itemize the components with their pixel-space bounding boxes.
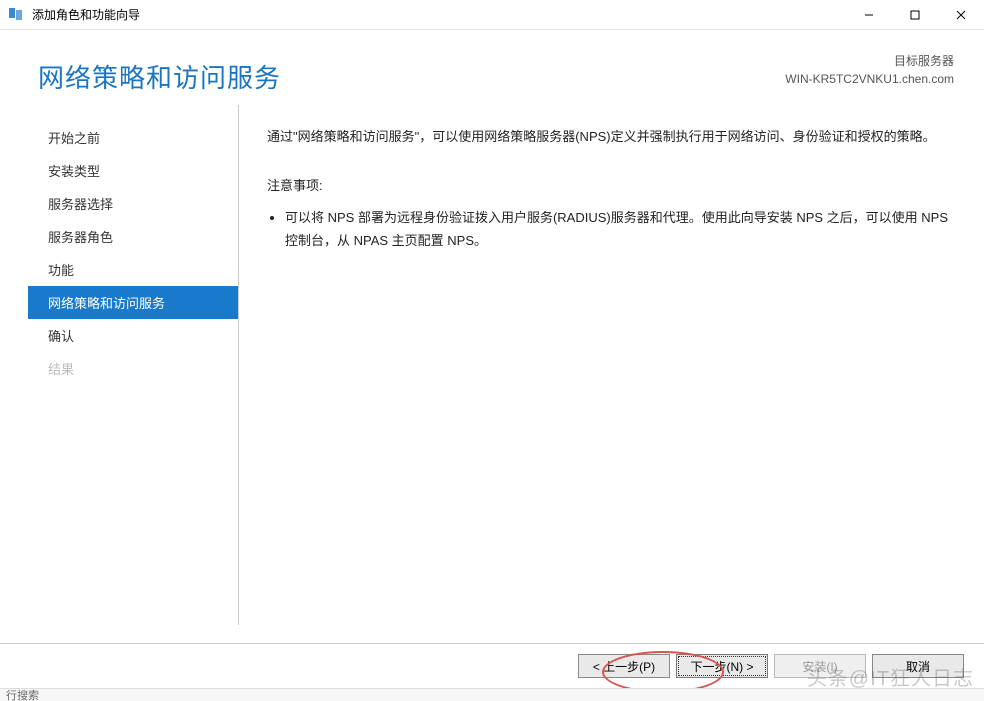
app-icon bbox=[8, 7, 24, 23]
nav-npas[interactable]: 网络策略和访问服务 bbox=[28, 286, 238, 319]
nav-label: 确认 bbox=[48, 329, 74, 344]
body: 开始之前 安装类型 服务器选择 服务器角色 功能 网络策略和访问服务 确认 结果… bbox=[0, 105, 984, 625]
nav-before-begin[interactable]: 开始之前 bbox=[28, 121, 238, 154]
sidebar: 开始之前 安装类型 服务器选择 服务器角色 功能 网络策略和访问服务 确认 结果 bbox=[28, 105, 238, 625]
target-info: 目标服务器 WIN-KR5TC2VNKU1.chen.com bbox=[785, 52, 954, 88]
nav-features[interactable]: 功能 bbox=[28, 253, 238, 286]
button-label: < 上一步(P) bbox=[593, 658, 655, 675]
nav-label: 开始之前 bbox=[48, 131, 100, 146]
nav-label: 安装类型 bbox=[48, 164, 100, 179]
target-label: 目标服务器 bbox=[785, 52, 954, 70]
window-controls bbox=[846, 0, 984, 30]
nav-label: 服务器选择 bbox=[48, 197, 113, 212]
nav-label: 服务器角色 bbox=[48, 230, 113, 245]
page-title: 网络策略和访问服务 bbox=[38, 58, 281, 95]
next-button[interactable]: 下一步(N) > bbox=[676, 654, 768, 678]
nav-server-roles[interactable]: 服务器角色 bbox=[28, 220, 238, 253]
header: 网络策略和访问服务 目标服务器 WIN-KR5TC2VNKU1.chen.com bbox=[0, 30, 984, 105]
titlebar: 添加角色和功能向导 bbox=[0, 0, 984, 30]
nav-server-selection[interactable]: 服务器选择 bbox=[28, 187, 238, 220]
button-label: 取消 bbox=[906, 658, 930, 675]
minimize-button[interactable] bbox=[846, 0, 892, 30]
nav-results: 结果 bbox=[28, 352, 238, 385]
nav-install-type[interactable]: 安装类型 bbox=[28, 154, 238, 187]
content-panel: 通过"网络策略和访问服务"，可以使用网络策略服务器(NPS)定义并强制执行用于网… bbox=[238, 105, 984, 625]
note-item: 可以将 NPS 部署为远程身份验证拨入用户服务(RADIUS)服务器和代理。使用… bbox=[285, 206, 954, 253]
notes-heading: 注意事项: bbox=[267, 174, 954, 197]
intro-text: 通过"网络策略和访问服务"，可以使用网络策略服务器(NPS)定义并强制执行用于网… bbox=[267, 125, 954, 148]
window-title: 添加角色和功能向导 bbox=[32, 6, 140, 23]
button-label: 安装(I) bbox=[802, 658, 837, 675]
cancel-button[interactable]: 取消 bbox=[872, 654, 964, 678]
button-label: 下一步(N) > bbox=[690, 658, 753, 675]
nav-label: 网络策略和访问服务 bbox=[48, 296, 165, 311]
status-bar: 行搜索 bbox=[0, 688, 984, 701]
notes-list: 可以将 NPS 部署为远程身份验证拨入用户服务(RADIUS)服务器和代理。使用… bbox=[267, 206, 954, 253]
prev-button[interactable]: < 上一步(P) bbox=[578, 654, 670, 678]
close-button[interactable] bbox=[938, 0, 984, 30]
install-button: 安装(I) bbox=[774, 654, 866, 678]
nav-confirmation[interactable]: 确认 bbox=[28, 319, 238, 352]
status-text: 行搜索 bbox=[6, 688, 39, 701]
nav-label: 结果 bbox=[48, 362, 74, 377]
target-server: WIN-KR5TC2VNKU1.chen.com bbox=[785, 70, 954, 88]
footer: < 上一步(P) 下一步(N) > 安装(I) 取消 bbox=[0, 643, 984, 688]
maximize-button[interactable] bbox=[892, 0, 938, 30]
nav-label: 功能 bbox=[48, 263, 74, 278]
